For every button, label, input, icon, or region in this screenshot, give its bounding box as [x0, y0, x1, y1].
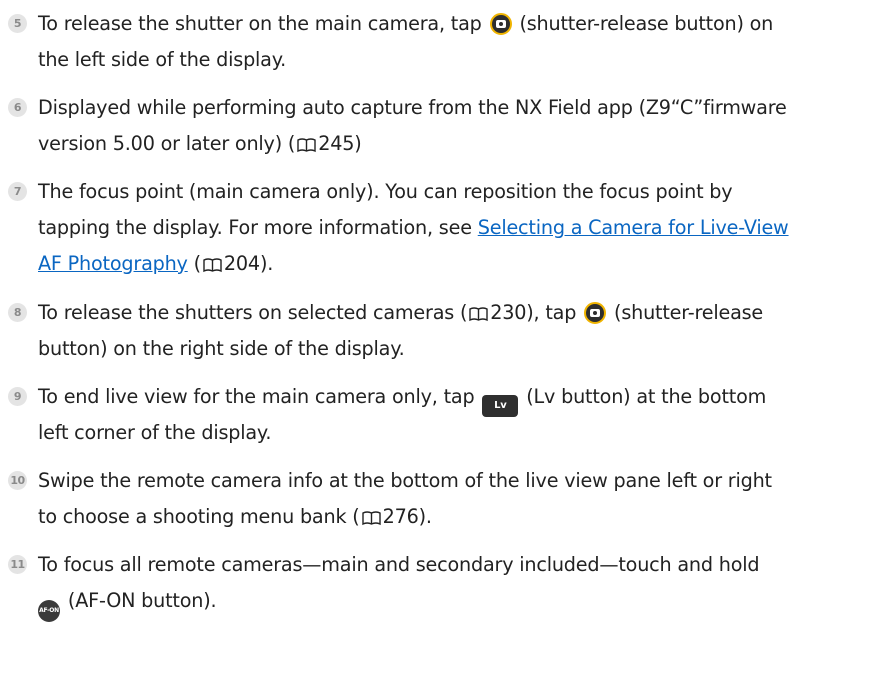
item-number-11: 11 — [8, 555, 27, 574]
text-span: ) — [354, 132, 362, 155]
text-span: Displayed while performing auto capture … — [38, 96, 787, 119]
item-number-9: 9 — [8, 387, 27, 406]
selecting-camera-link[interactable]: Selecting a Camera for Live-View — [478, 216, 789, 239]
text-span: tapping the display. For more informatio… — [38, 216, 472, 239]
item-text-9: To end live view for the main camera onl… — [38, 379, 894, 451]
text-span: ). — [259, 252, 274, 275]
text-span: the left side of the display. — [38, 48, 287, 71]
text-span: To end live view for the main camera onl… — [38, 385, 475, 408]
selecting-camera-link-cont[interactable]: AF Photography — [38, 252, 188, 275]
shutter-release-icon — [489, 13, 512, 35]
page-reference: 276 — [382, 505, 419, 528]
text-span: Swipe the remote camera info at the bott… — [38, 469, 772, 492]
item-number-6: 6 — [8, 98, 27, 117]
text-span: (shutter-release button) on — [519, 12, 774, 35]
text-span: (shutter-release — [614, 301, 764, 324]
page-reference: 245 — [318, 132, 355, 155]
af-on-button-icon: AF-ON — [38, 600, 60, 622]
text-span: ). — [418, 505, 432, 528]
item-number-7: 7 — [8, 182, 27, 201]
text-span: The focus point (main camera only). You … — [38, 180, 733, 203]
text-span: (AF-ON button). — [67, 589, 217, 612]
item-text-11: To focus all remote cameras—main and sec… — [38, 547, 894, 622]
item-number-8: 8 — [8, 303, 27, 322]
book-reference-icon — [203, 258, 222, 273]
item-number-10: 10 — [8, 471, 27, 490]
text-span: (Lv button) at the bottom — [526, 385, 767, 408]
text-span: button) on the right side of the display… — [38, 337, 405, 360]
item-text-7: The focus point (main camera only). You … — [38, 174, 894, 282]
item-text-5: To release the shutter on the main camer… — [38, 6, 894, 78]
text-span: version 5.00 or later only) ( — [38, 132, 296, 155]
text-span: To release the shutter on the main camer… — [38, 12, 482, 35]
book-reference-icon — [361, 511, 381, 526]
item-text-8: To release the shutters on selected came… — [38, 295, 894, 367]
book-reference-icon — [297, 138, 316, 153]
lv-button-icon: Lv — [482, 395, 519, 417]
item-text-6: Displayed while performing auto capture … — [38, 90, 894, 162]
text-span: To release the shutters on selected came… — [38, 301, 468, 324]
item-number-5: 5 — [8, 14, 27, 33]
page-reference: 230 — [490, 301, 527, 324]
text-span: to choose a shooting menu bank ( — [38, 505, 360, 528]
text-span: left corner of the display. — [38, 421, 272, 444]
item-text-10: Swipe the remote camera info at the bott… — [38, 463, 894, 535]
shutter-release-icon — [584, 302, 607, 324]
text-span: ), tap — [526, 301, 577, 324]
text-span: ( — [193, 252, 202, 275]
manual-page: 5 To release the shutter on the main cam… — [0, 0, 896, 696]
page-reference: 204 — [223, 252, 260, 275]
text-span: To focus all remote cameras—main and sec… — [38, 553, 760, 576]
book-reference-icon — [469, 307, 488, 322]
